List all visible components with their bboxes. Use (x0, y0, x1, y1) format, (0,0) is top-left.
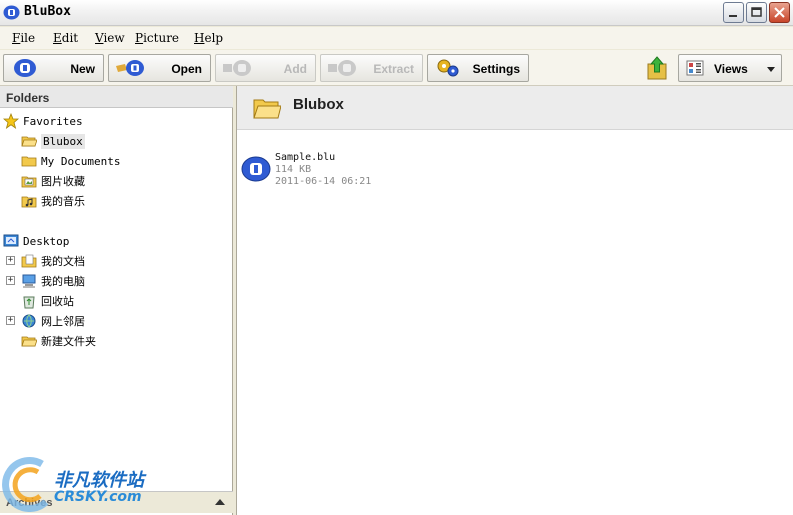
pictures-label: 图片收藏 (41, 175, 85, 188)
new-folder-label: 新建文件夹 (41, 335, 96, 348)
menu-bar: File Edit View Picture Help (0, 27, 793, 49)
computer-icon (22, 274, 36, 288)
expand-network-toggle[interactable]: + (6, 316, 15, 325)
add-button[interactable]: Add (215, 54, 316, 82)
tree-item-desktop[interactable]: Desktop (3, 232, 69, 250)
picture-folder-icon (21, 176, 37, 188)
toolbar: New Open Add Extract Settings Views (0, 50, 793, 86)
open-button[interactable]: Open (108, 54, 211, 82)
add-file-icon (223, 60, 251, 76)
close-button[interactable] (769, 2, 790, 23)
music-label: 我的音乐 (41, 195, 85, 208)
views-label: Views (714, 62, 748, 76)
window-title: BluBox (24, 4, 71, 19)
tree-item-pictures[interactable]: 图片收藏 (21, 172, 85, 190)
tree-item-music[interactable]: 我的音乐 (21, 192, 85, 210)
wode-wendang-label: 我的文档 (41, 255, 85, 268)
tree-item-my-documents[interactable]: My Documents (21, 152, 120, 170)
music-folder-icon (21, 196, 37, 208)
views-dropdown[interactable]: Views (678, 54, 782, 82)
title-bar: BluBox (0, 0, 793, 26)
minimize-icon (729, 15, 737, 17)
maximize-button[interactable] (746, 2, 767, 23)
expand-my-computer-toggle[interactable]: + (6, 276, 15, 285)
new-label: New (70, 62, 95, 76)
blubox-app-icon (3, 5, 20, 20)
blubox-label: Blubox (41, 133, 85, 149)
minimize-button[interactable] (723, 2, 744, 23)
network-label: 网上邻居 (41, 315, 85, 328)
content-pane: Blubox Sample.blu 114 KB 2011-06-14 06:2… (236, 86, 793, 515)
file-item[interactable]: Sample.blu 114 KB 2011-06-14 06:21 (241, 152, 381, 192)
open-archive-icon (116, 60, 144, 76)
folder-up-icon[interactable] (645, 55, 669, 81)
menu-help[interactable]: Help (194, 31, 223, 45)
file-date: 2011-06-14 06:21 (275, 176, 372, 187)
extract-button[interactable]: Extract (320, 54, 423, 82)
maximize-icon (751, 7, 762, 17)
new-button[interactable]: New (3, 54, 104, 82)
open-label: Open (171, 62, 202, 76)
close-icon (774, 7, 785, 18)
file-size: 114 KB (275, 164, 312, 175)
folders-pane: Folders Favorites Blubox My Documents 图片… (0, 86, 233, 515)
folder-open-icon (21, 336, 37, 347)
tree-item-my-computer[interactable]: 我的电脑 (21, 272, 85, 290)
folder-open-icon (21, 136, 37, 147)
watermark-logo-icon (2, 457, 49, 512)
desktop-label: Desktop (23, 234, 70, 248)
watermark: 非凡软件站 CRSKY.com (2, 456, 162, 512)
recycle-bin-label: 回收站 (41, 295, 74, 308)
tree-item-favorites[interactable]: Favorites (3, 112, 83, 130)
favorites-label: Favorites (23, 114, 83, 128)
star-icon (3, 113, 19, 129)
documents-folder-icon (21, 254, 37, 268)
menu-file[interactable]: File (12, 31, 35, 45)
folder-open-icon (253, 99, 281, 119)
add-label: Add (283, 62, 307, 76)
menu-edit[interactable]: Edit (53, 31, 78, 45)
blu-archive-icon (241, 156, 271, 182)
new-archive-icon (14, 59, 36, 77)
folders-header: Folders (0, 86, 233, 108)
my-documents-label: My Documents (41, 154, 121, 168)
expand-my-documents-toggle[interactable]: + (6, 256, 15, 265)
tree-item-recycle-bin[interactable]: 回收站 (21, 292, 74, 310)
views-grid-icon (686, 60, 704, 76)
tree-item-network[interactable]: 网上邻居 (21, 312, 85, 330)
tree-item-new-folder[interactable]: 新建文件夹 (21, 332, 96, 350)
watermark-en-text: CRSKY.com (54, 489, 142, 505)
desktop-icon (3, 234, 19, 247)
settings-button[interactable]: Settings (427, 54, 529, 82)
extract-file-icon (328, 60, 356, 76)
menu-view[interactable]: View (95, 31, 125, 45)
collapse-arrow-icon[interactable] (215, 499, 225, 505)
settings-label: Settings (472, 62, 520, 76)
file-name: Sample.blu (275, 152, 336, 163)
menu-picture[interactable]: Picture (135, 31, 179, 45)
extract-label: Extract (373, 62, 414, 76)
network-places-icon (22, 314, 36, 328)
recycle-bin-icon (23, 296, 35, 309)
tree-item-wode-wendang[interactable]: 我的文档 (21, 252, 85, 270)
folder-title: Blubox (293, 96, 344, 113)
my-computer-label: 我的电脑 (41, 275, 85, 288)
chevron-down-icon (767, 67, 775, 72)
folder-header: Blubox (237, 86, 793, 130)
tree-item-blubox[interactable]: Blubox (21, 132, 85, 150)
settings-gear-icon (437, 59, 459, 77)
folder-icon (21, 156, 37, 167)
